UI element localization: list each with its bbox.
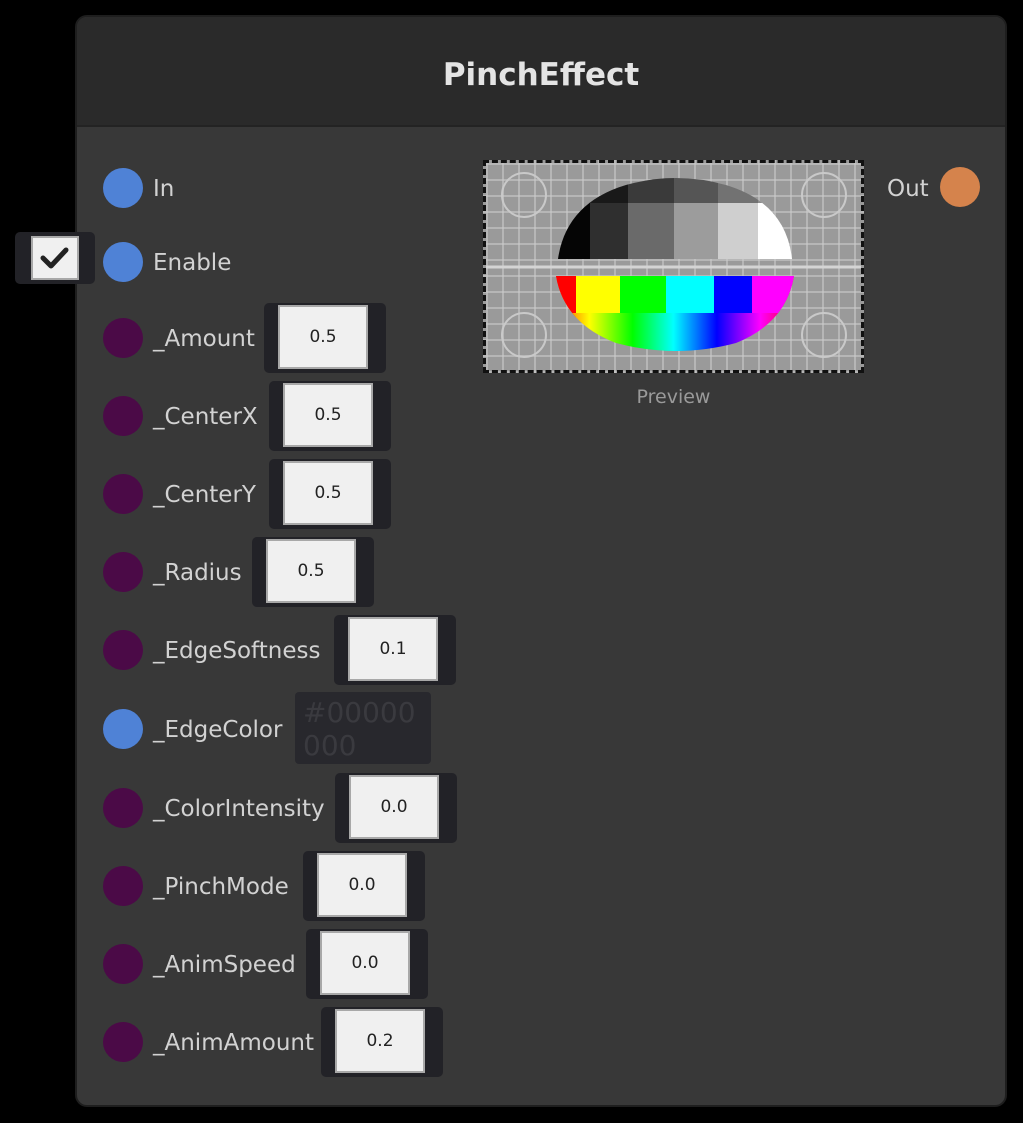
pinch-mode-label: _PinchMode — [153, 874, 289, 900]
center-x-field[interactable]: 0.5 — [283, 383, 373, 447]
pinch-mode-port[interactable] — [103, 866, 143, 906]
color-intensity-label: _ColorIntensity — [153, 796, 325, 822]
color-intensity-port[interactable] — [103, 788, 143, 828]
anim-amount-field-wrapper: 0.2 — [321, 1007, 443, 1077]
anim-speed-field-wrapper: 0.0 — [306, 929, 428, 999]
enable-label: Enable — [153, 250, 232, 276]
center-y-port[interactable] — [103, 474, 143, 514]
in-label: In — [153, 176, 175, 202]
color-intensity-field-wrapper: 0.0 — [335, 773, 457, 843]
amount-field-wrapper: 0.5 — [264, 303, 386, 373]
radius-field-wrapper: 0.5 — [252, 537, 374, 607]
color-intensity-field[interactable]: 0.0 — [349, 775, 439, 839]
edge-color-label: _EdgeColor — [153, 717, 283, 743]
amount-label: _Amount — [153, 326, 255, 352]
center-y-field-wrapper: 0.5 — [269, 459, 391, 529]
node-header[interactable]: PinchEffect — [77, 17, 1005, 127]
center-x-port[interactable] — [103, 396, 143, 436]
radius-field[interactable]: 0.5 — [266, 539, 356, 603]
radius-label: _Radius — [153, 560, 242, 586]
center-x-field-wrapper: 0.5 — [269, 381, 391, 451]
out-label: Out — [887, 176, 929, 202]
anim-amount-field[interactable]: 0.2 — [335, 1009, 425, 1073]
enable-checkbox[interactable] — [31, 236, 79, 280]
amount-field[interactable]: 0.5 — [278, 305, 368, 369]
preview-label: Preview — [636, 386, 711, 408]
enable-port[interactable] — [103, 242, 143, 282]
radius-port[interactable] — [103, 552, 143, 592]
amount-port[interactable] — [103, 318, 143, 358]
in-port[interactable] — [103, 168, 143, 208]
preview-test-pattern — [486, 172, 861, 358]
anim-speed-label: _AnimSpeed — [153, 952, 296, 978]
check-icon — [40, 247, 69, 269]
pinch-mode-field-wrapper: 0.0 — [303, 851, 425, 921]
edge-softness-port[interactable] — [103, 630, 143, 670]
anim-speed-port[interactable] — [103, 944, 143, 984]
edge-softness-field-wrapper: 0.1 — [334, 615, 456, 685]
anim-speed-field[interactable]: 0.0 — [320, 931, 410, 995]
edge-color-port[interactable] — [103, 709, 143, 749]
preview-image — [483, 160, 864, 373]
edge-color-field[interactable]: #00000000 — [295, 692, 431, 764]
anim-amount-label: _AnimAmount — [153, 1030, 314, 1056]
edge-softness-label: _EdgeSoftness — [153, 638, 321, 664]
anim-amount-port[interactable] — [103, 1022, 143, 1062]
node-title: PinchEffect — [442, 57, 640, 93]
center-x-label: _CenterX — [153, 404, 258, 430]
center-y-label: _CenterY — [153, 482, 256, 508]
out-port[interactable] — [940, 167, 980, 207]
center-y-field[interactable]: 0.5 — [283, 461, 373, 525]
enable-checkbox-wrapper — [15, 232, 95, 284]
pinch-mode-field[interactable]: 0.0 — [317, 853, 407, 917]
edge-softness-field[interactable]: 0.1 — [348, 617, 438, 681]
